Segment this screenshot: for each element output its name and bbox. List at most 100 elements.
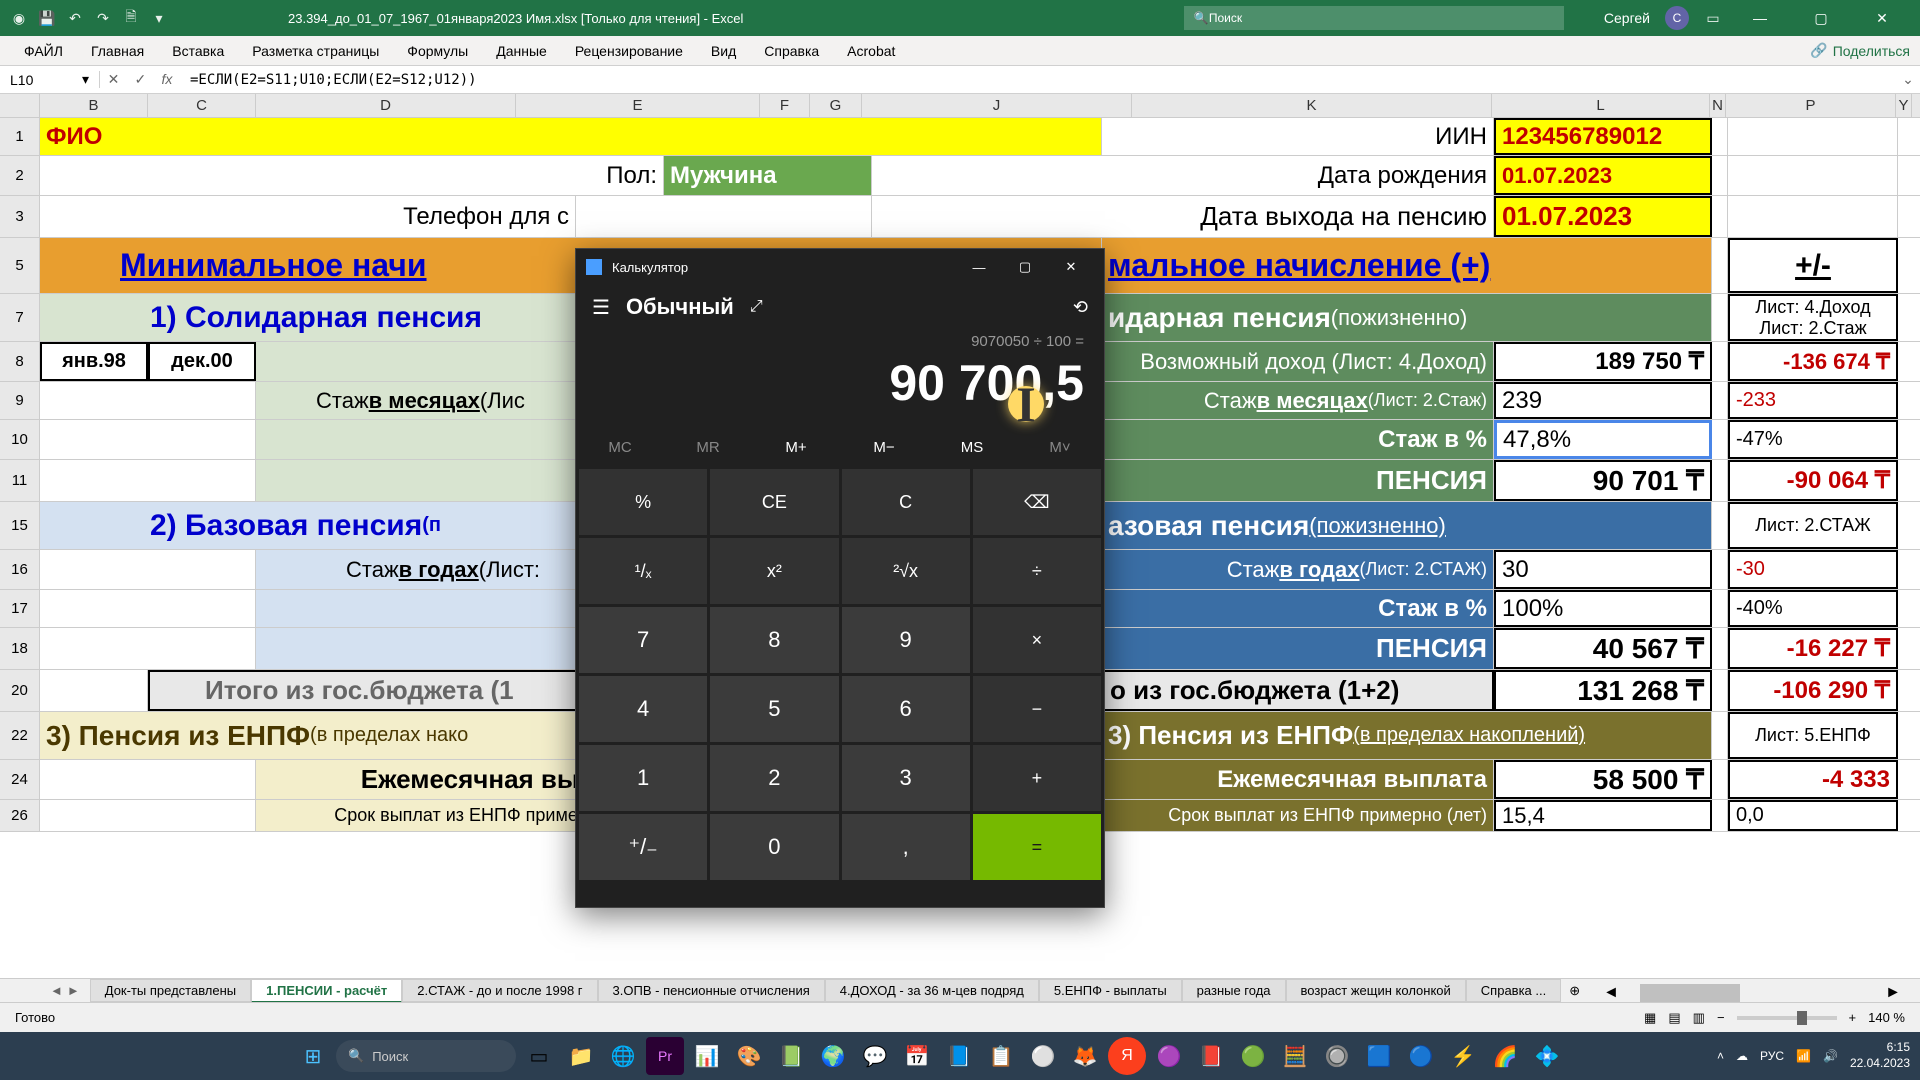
- calc-decimal-button[interactable]: ,: [842, 814, 970, 880]
- cell-diff[interactable]: -90 064 ₸: [1728, 460, 1898, 501]
- cell-min-right[interactable]: мальное начисление (+): [1102, 238, 1712, 293]
- cell[interactable]: Срок выплат из ЕНПФ примерно (лет): [1102, 800, 1494, 831]
- cell[interactable]: [1712, 550, 1728, 589]
- cell[interactable]: 100%: [1494, 590, 1712, 627]
- search-box[interactable]: 🔍 Поиск: [1184, 6, 1564, 30]
- row-header[interactable]: 5: [0, 238, 40, 293]
- expand-formula-icon[interactable]: ⌄: [1896, 71, 1920, 88]
- tab-formulas[interactable]: Формулы: [393, 38, 482, 64]
- sheet-tab[interactable]: возраст жещин колонкой: [1286, 979, 1466, 1002]
- calc-1-button[interactable]: 1: [579, 745, 707, 811]
- cell-iin-value[interactable]: 123456789012: [1494, 118, 1712, 155]
- col-header[interactable]: E: [516, 94, 760, 117]
- app-icon[interactable]: 🔵: [1402, 1037, 1440, 1075]
- cell-stazh-m-val[interactable]: 239: [1494, 382, 1712, 419]
- zoom-out-icon[interactable]: −: [1717, 1010, 1725, 1025]
- cell-plusminus[interactable]: +/-: [1728, 238, 1898, 293]
- undo-icon[interactable]: ↶: [66, 9, 84, 27]
- cell-pension-right[interactable]: ПЕНСИЯ: [1102, 460, 1494, 501]
- row-header[interactable]: 20: [0, 670, 40, 711]
- row-header[interactable]: 18: [0, 628, 40, 669]
- cell[interactable]: [1712, 760, 1728, 799]
- cell-diff[interactable]: -30: [1728, 550, 1898, 589]
- tab-pagelayout[interactable]: Разметка страницы: [238, 38, 393, 64]
- cell-stazh-y-right[interactable]: Стаж в годах (Лист: 2.СТАЖ): [1102, 550, 1494, 589]
- row-header[interactable]: 15: [0, 502, 40, 549]
- cell[interactable]: [1712, 156, 1728, 195]
- calc-negate-button[interactable]: ⁺/₋: [579, 814, 707, 880]
- ribbon-mode-icon[interactable]: ▭: [1704, 9, 1722, 27]
- row-header[interactable]: 7: [0, 294, 40, 341]
- cell[interactable]: [40, 382, 256, 419]
- tab-acrobat[interactable]: Acrobat: [833, 38, 909, 64]
- col-header[interactable]: L: [1492, 94, 1710, 117]
- cell-pension-val[interactable]: 90 701 ₸: [1494, 460, 1712, 501]
- cell[interactable]: Ежемесячная выплата: [1102, 760, 1494, 799]
- sheet-tab[interactable]: 4.ДОХОД - за 36 м-цев подряд: [825, 979, 1039, 1002]
- col-header[interactable]: C: [148, 94, 256, 117]
- calc-close-button[interactable]: ✕: [1048, 249, 1094, 285]
- calc-8-button[interactable]: 8: [710, 607, 838, 673]
- start-button[interactable]: ⊞: [294, 1037, 332, 1075]
- close-button[interactable]: ✕: [1859, 0, 1905, 36]
- col-header[interactable]: P: [1726, 94, 1896, 117]
- cell-retire-label[interactable]: Дата выхода на пенсию: [872, 196, 1494, 237]
- tray-chevron-icon[interactable]: ˄: [1717, 1049, 1724, 1063]
- calculator-taskbar-icon[interactable]: 🧮: [1276, 1037, 1314, 1075]
- calc-mc-button[interactable]: MC: [576, 428, 664, 466]
- cell[interactable]: [1712, 118, 1728, 155]
- tab-view[interactable]: Вид: [697, 38, 750, 64]
- row-header[interactable]: 24: [0, 760, 40, 799]
- cell-list-ref[interactable]: Лист: 2.СТАЖ: [1728, 502, 1898, 549]
- col-header[interactable]: F: [760, 94, 810, 117]
- cell-enpf-right[interactable]: 3) Пенсия из ЕНПФ (в пределах накоплений…: [1102, 712, 1712, 759]
- cell[interactable]: [1712, 590, 1728, 627]
- calc-sqrt-button[interactable]: ²√x: [842, 538, 970, 604]
- cell-diff[interactable]: -136 674 ₸: [1728, 342, 1898, 381]
- col-header[interactable]: J: [862, 94, 1132, 117]
- copilot-icon[interactable]: ⚪: [1024, 1037, 1062, 1075]
- app-icon[interactable]: 🟦: [1360, 1037, 1398, 1075]
- row-header[interactable]: 8: [0, 342, 40, 381]
- cell-fio-label[interactable]: ФИО: [40, 118, 1102, 155]
- row-header[interactable]: 1: [0, 118, 40, 155]
- cell-stazh-m-right[interactable]: Стаж в месяцах (Лист: 2.Стаж): [1102, 382, 1494, 419]
- cell-dec[interactable]: дек.00: [148, 342, 256, 381]
- name-box[interactable]: L10 ▾: [0, 71, 100, 88]
- cell-solidar-right[interactable]: идарная пенсия (пожизненно): [1102, 294, 1712, 341]
- cell-diff[interactable]: -16 227 ₸: [1728, 628, 1898, 669]
- tab-home[interactable]: Главная: [77, 38, 158, 64]
- sheet-tab[interactable]: 2.СТАЖ - до и после 1998 г: [402, 979, 597, 1002]
- word-icon[interactable]: 📘: [940, 1037, 978, 1075]
- app-icon[interactable]: 💠: [1528, 1037, 1566, 1075]
- cell[interactable]: [1728, 156, 1898, 195]
- cell-total-val[interactable]: 131 268 ₸: [1494, 670, 1712, 711]
- cell-list-refs[interactable]: Лист: 4.ДоходЛист: 2.Стаж: [1728, 294, 1898, 341]
- calc-result[interactable]: 90 700,5 I: [576, 354, 1104, 428]
- cell[interactable]: [1712, 238, 1728, 293]
- row-header[interactable]: 9: [0, 382, 40, 419]
- calc-plus-button[interactable]: +: [973, 745, 1101, 811]
- app-icon[interactable]: 🔘: [1318, 1037, 1356, 1075]
- excel-icon[interactable]: 📗: [772, 1037, 810, 1075]
- calc-multiply-button[interactable]: ×: [973, 607, 1101, 673]
- name-dropdown-icon[interactable]: ▾: [82, 71, 89, 88]
- powerpoint-icon[interactable]: 📊: [688, 1037, 726, 1075]
- formula-input[interactable]: =ЕСЛИ(E2=S11;U10;ЕСЛИ(E2=S12;U12)): [180, 72, 1896, 88]
- cell-diff[interactable]: -47%: [1728, 420, 1898, 459]
- cell-tel-label[interactable]: Телефон для с: [40, 196, 576, 237]
- maximize-button[interactable]: ▢: [1798, 0, 1844, 36]
- cell-total-right[interactable]: о из гос.бюджета (1+2): [1102, 670, 1494, 711]
- tab-help[interactable]: Справка: [750, 38, 833, 64]
- app-icon[interactable]: 🌍: [814, 1037, 852, 1075]
- cell[interactable]: [1712, 420, 1728, 459]
- cell[interactable]: [1712, 196, 1728, 237]
- cell[interactable]: [40, 420, 256, 459]
- cell-jan[interactable]: янв.98: [40, 342, 148, 381]
- fx-icon[interactable]: fx: [161, 71, 172, 88]
- zoom-in-icon[interactable]: +: [1849, 1010, 1857, 1025]
- tray-onedrive-icon[interactable]: ☁: [1736, 1049, 1748, 1063]
- calc-minus-button[interactable]: −: [973, 676, 1101, 742]
- minimize-button[interactable]: —: [1737, 0, 1783, 36]
- cell-diff[interactable]: -40%: [1728, 590, 1898, 627]
